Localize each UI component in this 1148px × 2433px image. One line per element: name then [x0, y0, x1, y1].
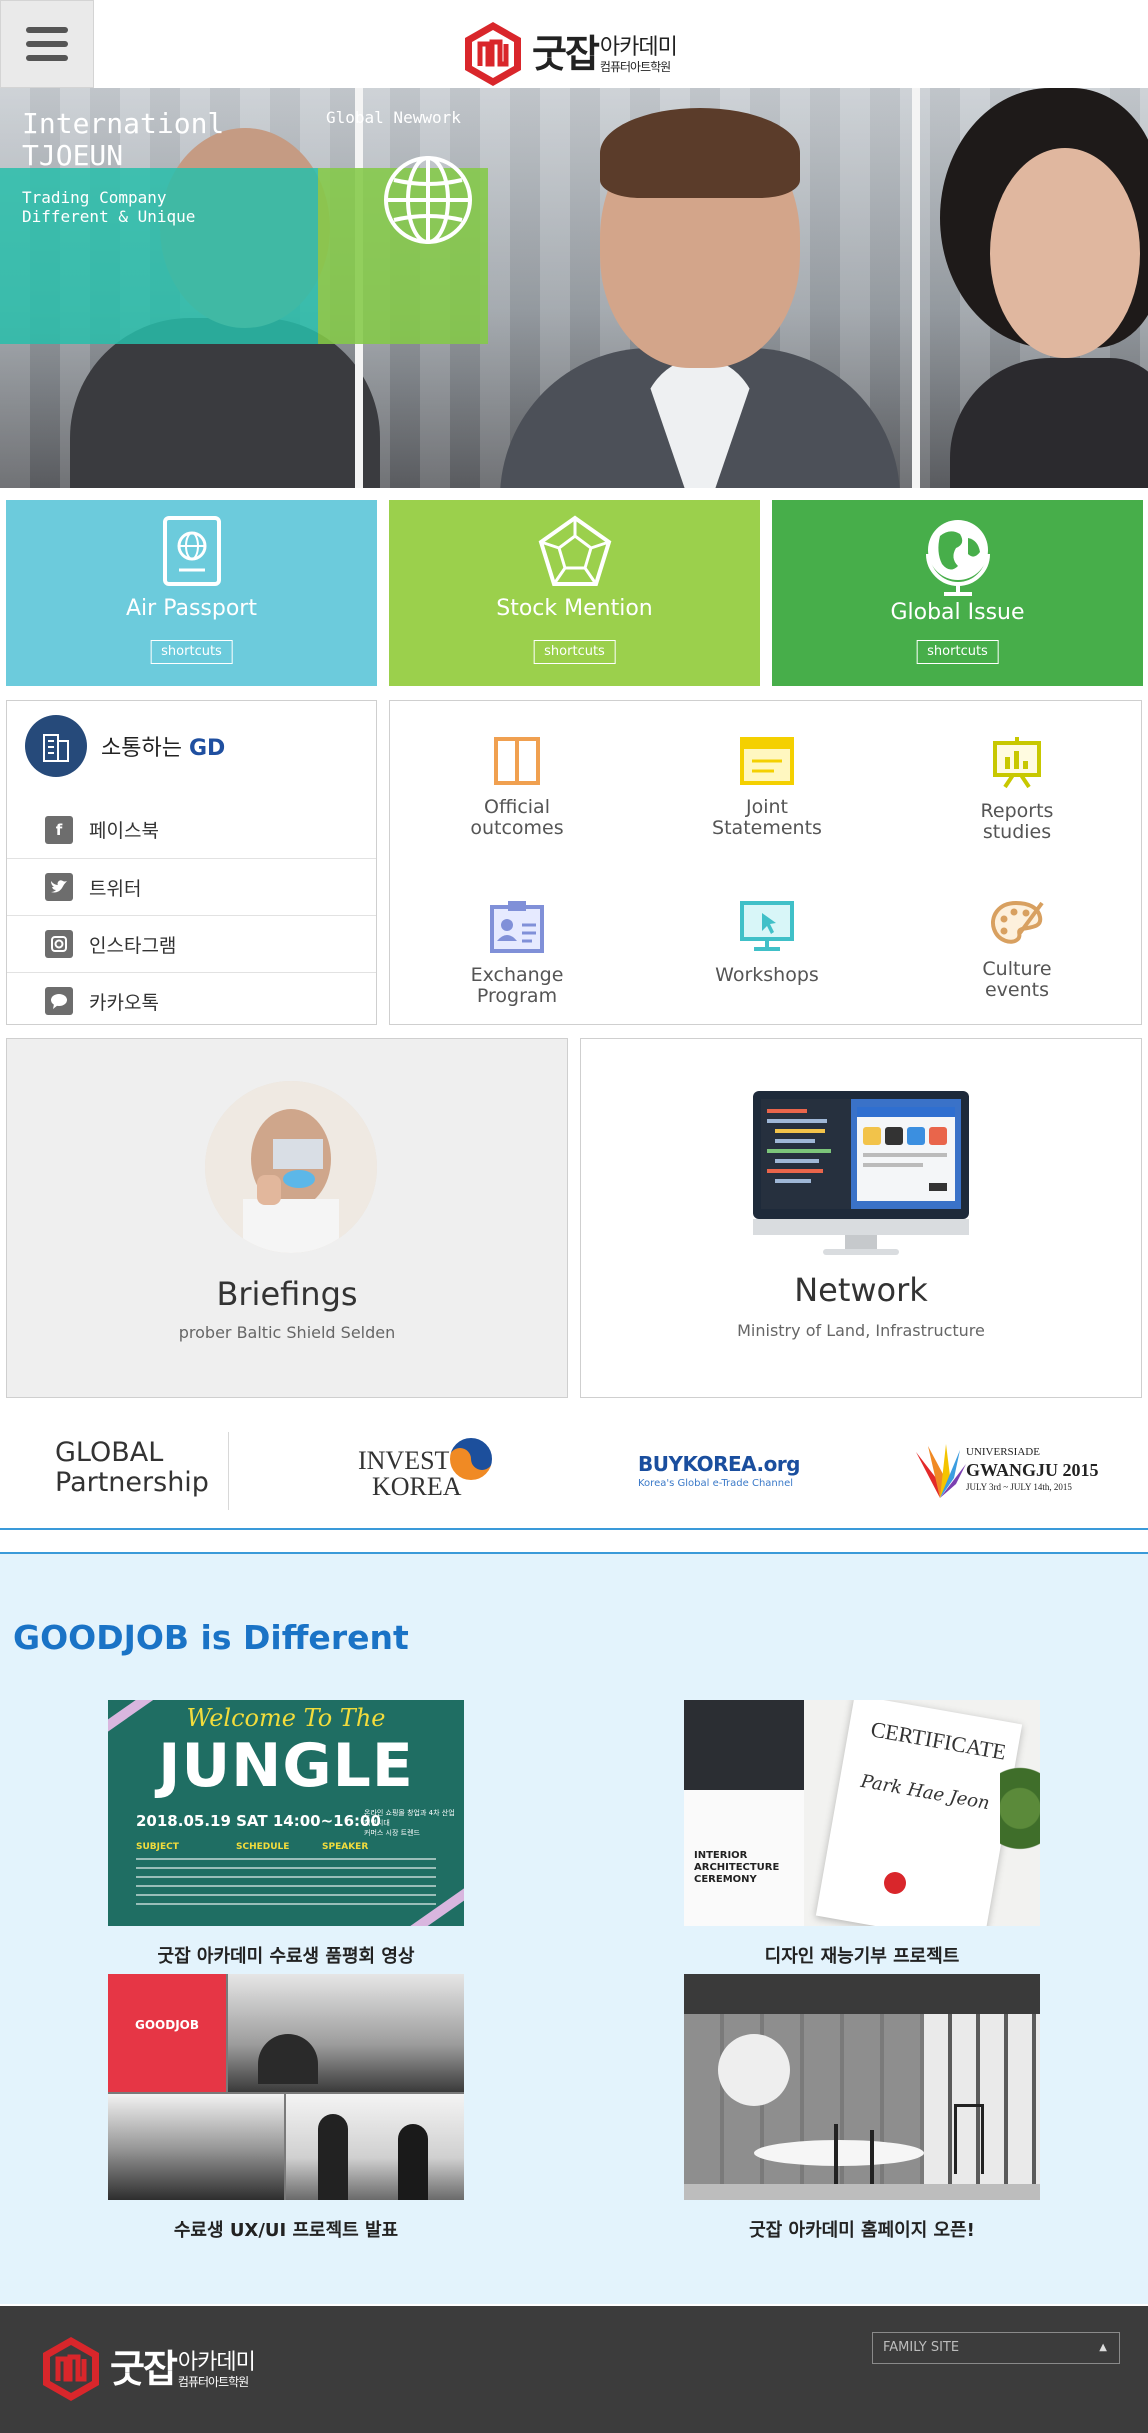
sns-item-facebook[interactable]: f 페이스북 — [7, 801, 376, 858]
feature-subtitle: Ministry of Land, Infrastructure — [737, 1321, 985, 1340]
feature-network[interactable]: Network Ministry of Land, Infrastructure — [580, 1038, 1142, 1398]
palette-icon — [991, 900, 1044, 944]
twitter-icon — [45, 873, 73, 901]
site-logo[interactable]: 굿잡 아카데미 컴퓨터아트학원 — [462, 18, 678, 90]
instagram-icon — [45, 930, 73, 958]
tile-air-passport[interactable]: Air Passport shortcuts — [6, 500, 377, 686]
logo-main-text: 굿잡 — [110, 2347, 178, 2391]
footer: 굿잡 아카데미 컴퓨터아트학원 FAMILY SITE ▲ — [0, 2306, 1148, 2433]
logo-sub-text: 아카데미 — [177, 2350, 256, 2375]
partner-invest-korea[interactable]: INVEST KOREA — [358, 1432, 498, 1508]
caret-up-icon: ▲ — [1099, 2342, 1107, 2353]
section-title: GOODJOB is Different — [13, 1618, 409, 1657]
family-site-select[interactable]: FAMILY SITE ▲ — [872, 2332, 1120, 2364]
partner-label: GLOBAL Partnership — [55, 1437, 209, 1498]
footer-logo[interactable]: 굿잡 아카데미 컴퓨터아트학원 — [40, 2334, 256, 2404]
feature-title: Briefings — [216, 1275, 358, 1313]
gallery-caption: 수료생 UX/UI 프로젝트 발표 — [173, 2220, 399, 2241]
uxui-presentation-thumb: GOODJOB — [108, 1974, 464, 2200]
id-card-icon — [490, 901, 544, 953]
shortcuts-button[interactable]: shortcuts — [533, 640, 616, 664]
presentation-icon — [993, 737, 1041, 789]
category-official-outcomes[interactable]: Official outcomes — [417, 735, 617, 839]
monitor-illustration — [753, 1091, 969, 1255]
panel-icon — [494, 737, 540, 785]
shortcuts-button[interactable]: shortcuts — [916, 640, 999, 664]
sns-item-instagram[interactable]: 인스타그램 — [7, 915, 376, 972]
partner-buykorea[interactable]: BUYKOREA.org Korea's Global e-Trade Chan… — [638, 1432, 808, 1508]
gallery-caption: 디자인 재능기부 프로젝트 — [764, 1946, 960, 1967]
feature-title: Network — [794, 1271, 928, 1309]
feature-subtitle: prober Baltic Shield Selden — [178, 1323, 396, 1342]
building-icon — [25, 715, 87, 777]
gallery-item-uxui[interactable]: GOODJOB 수료생 UX/UI 프로젝트 발표 — [108, 1974, 464, 2242]
document-icon — [740, 737, 794, 785]
category-exchange-program[interactable]: Exchange Program — [417, 899, 617, 1007]
sns-panel: 소통하는 GD f 페이스북 트위터 인스타그램 카카오톡 — [6, 700, 377, 1025]
gallery-item-certificate[interactable]: INTERIOR ARCHITECTURE CEREMONY CERTIFICA… — [684, 1700, 1040, 1968]
briefings-photo — [205, 1081, 377, 1253]
logo-main-text: 굿잡 — [532, 32, 600, 76]
hero-title: Internationl TJOEUN — [22, 107, 225, 172]
tile-global-issue[interactable]: Global Issue shortcuts — [772, 500, 1143, 686]
sns-item-twitter[interactable]: 트위터 — [7, 858, 376, 915]
passport-icon — [162, 516, 221, 586]
tile-label: Air Passport — [126, 596, 257, 621]
goodjob-logo-icon — [43, 2337, 99, 2401]
sns-title: 소통하는 GD — [101, 736, 226, 761]
category-joint-statements[interactable]: Joint Statements — [667, 735, 867, 839]
logo-sub-text: 아카데미 — [599, 35, 678, 60]
tile-label: Global Issue — [890, 600, 1025, 625]
invest-korea-emblem-icon — [448, 1436, 494, 1482]
universiade-flame-icon — [916, 1444, 966, 1498]
hero-subtitle: Trading Company Different & Unique — [22, 188, 196, 226]
partner-gwangju-universiade[interactable]: UNIVERSIADE GWANGJU 2015 JULY 3rd ~ JULY… — [912, 1432, 1112, 1508]
partner-strip: GLOBAL Partnership INVEST KOREA BUYKOREA… — [0, 1410, 1148, 1530]
logo-sub2-text: 컴퓨터아트학원 — [177, 2375, 249, 2389]
gallery-caption: 굿잡 아카데미 홈페이지 오픈! — [749, 2220, 975, 2241]
sns-list: f 페이스북 트위터 인스타그램 카카오톡 — [7, 801, 376, 1029]
category-culture-events[interactable]: Culture events — [917, 899, 1117, 1001]
gallery-item-jungle[interactable]: Welcome To The JUNGLE 2018.05.19 SAT 14:… — [108, 1700, 464, 1968]
logo-sub2-text: 컴퓨터아트학원 — [599, 60, 671, 74]
facebook-icon: f — [45, 815, 73, 844]
kakaotalk-icon — [45, 987, 73, 1015]
tile-stock-mention[interactable]: Stock Mention shortcuts — [389, 500, 760, 686]
sns-item-kakaotalk[interactable]: 카카오톡 — [7, 972, 376, 1029]
shortcuts-button[interactable]: shortcuts — [150, 640, 233, 664]
earth-globe-icon — [925, 520, 990, 596]
certificate-thumb: INTERIOR ARCHITECTURE CEREMONY CERTIFICA… — [684, 1700, 1040, 1926]
globe-icon — [384, 156, 472, 244]
header: 굿잡 아카데미 컴퓨터아트학원 — [0, 0, 1148, 88]
classroom-thumb — [684, 1974, 1040, 2200]
gallery-caption: 굿잡 아카데미 수료생 품평회 영상 — [157, 1946, 415, 1967]
menu-button[interactable] — [0, 0, 94, 88]
jungle-poster-thumb: Welcome To The JUNGLE 2018.05.19 SAT 14:… — [108, 1700, 464, 1926]
goodjob-logo-icon — [465, 22, 521, 86]
category-workshops[interactable]: Workshops — [667, 899, 867, 986]
category-reports-studies[interactable]: Reports studies — [917, 735, 1117, 843]
category-panel: Official outcomes Joint Statements Repor… — [389, 700, 1142, 1025]
monitor-icon — [740, 901, 794, 951]
feature-briefings[interactable]: Briefings prober Baltic Shield Selden — [6, 1038, 568, 1398]
tile-label: Stock Mention — [496, 596, 653, 621]
goodjob-section: GOODJOB is Different Welcome To The JUNG… — [0, 1552, 1148, 2304]
hero-side-label: Global Newwork — [326, 108, 461, 127]
sns-header: 소통하는 GD — [25, 715, 225, 777]
pentagon-chart-icon — [538, 515, 611, 586]
hamburger-icon — [26, 27, 68, 33]
gallery-item-homepage[interactable]: 굿잡 아카데미 홈페이지 오픈! — [684, 1974, 1040, 2242]
